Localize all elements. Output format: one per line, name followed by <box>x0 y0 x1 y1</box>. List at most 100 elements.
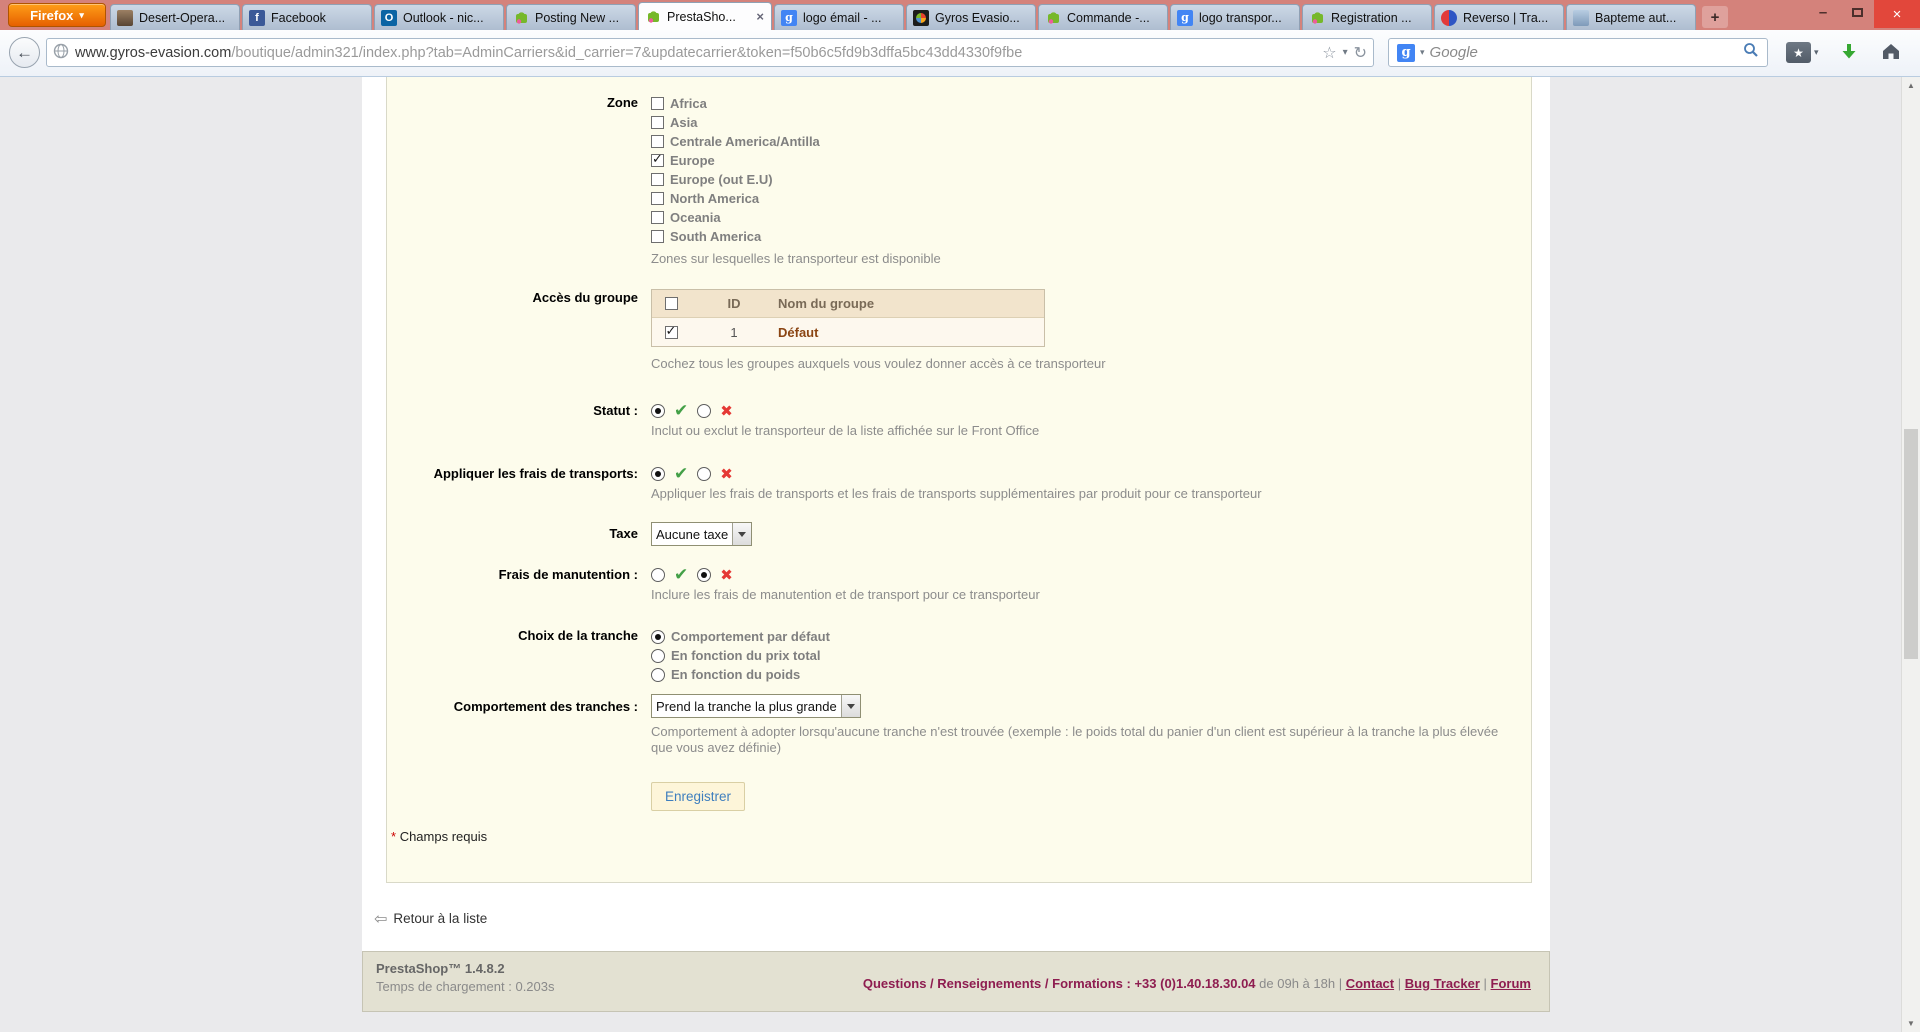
scrollbar-thumb[interactable] <box>1904 429 1918 659</box>
tab-outlook[interactable]: O Outlook - nic... <box>374 4 504 30</box>
statut-label: Statut : <box>593 403 638 418</box>
table-row: 1 Défaut <box>652 318 1044 346</box>
zone-checkbox-europe[interactable] <box>651 152 664 167</box>
range-radio-default[interactable] <box>651 629 665 644</box>
tab-bapteme[interactable]: Bapteme aut... <box>1566 4 1696 30</box>
history-dropdown-icon[interactable]: ▾ <box>1343 47 1348 58</box>
window-minimize-button[interactable]: – <box>1806 0 1840 24</box>
tax-select[interactable]: Aucune taxe <box>651 522 753 546</box>
webpage-content: Zone Africa Asia Centrale America/Antill… <box>0 77 1920 1032</box>
column-header-id: ID <box>727 296 741 311</box>
tab-logo-transport[interactable]: g logo transpor... <box>1170 4 1300 30</box>
tab-reverso[interactable]: Reverso | Tra... <box>1434 4 1564 30</box>
handling-fees-radio-disabled[interactable] <box>697 568 712 582</box>
vertical-scrollbar[interactable]: ▲ ▼ <box>1901 77 1920 1032</box>
globe-icon <box>53 43 69 63</box>
tax-select-value: Aucune taxe <box>656 526 729 542</box>
shipping-fees-radio-enabled[interactable] <box>651 467 665 481</box>
google-favicon: g <box>1177 9 1193 26</box>
facebook-favicon: f <box>249 9 265 26</box>
prestashop-version: PrestaShop™ 1.4.8.2 <box>376 961 505 976</box>
url-text: www.gyros-evasion.com/boutique/admin321/… <box>75 45 1316 61</box>
search-engine-dropdown-icon[interactable]: ▾ <box>1420 47 1425 58</box>
zone-checkbox-north-america[interactable] <box>651 192 664 205</box>
zone-option-oceania: Oceania <box>651 208 1531 227</box>
zone-option-label: Europe <box>670 153 715 168</box>
google-search-engine-icon: g <box>1397 43 1415 62</box>
tab-title: Commande -... <box>1067 10 1150 25</box>
zone-checkbox-europe-out-eu[interactable] <box>651 173 664 186</box>
url-bar[interactable]: www.gyros-evasion.com/boutique/admin321/… <box>46 38 1374 67</box>
zone-option-africa: Africa <box>651 94 1531 113</box>
statut-radio-enabled[interactable] <box>651 404 665 418</box>
range-radio-price[interactable] <box>651 648 665 663</box>
bookmark-star-icon[interactable]: ☆ <box>1322 43 1336 62</box>
contact-link[interactable]: Contact <box>1346 976 1394 991</box>
search-icon[interactable] <box>1743 42 1759 63</box>
window-maximize-button[interactable] <box>1840 0 1874 24</box>
page-footer: PrestaShop™ 1.4.8.2 Temps de chargement … <box>362 951 1550 1012</box>
zone-checkbox-asia[interactable] <box>651 116 664 129</box>
handling-fees-label: Frais de manutention : <box>498 567 638 582</box>
window-close-button[interactable]: × <box>1874 0 1920 28</box>
browser-window: Firefox ▾ Desert-Opera... f Facebook O Ou… <box>0 0 1920 1032</box>
chevron-down-icon <box>732 523 752 545</box>
search-box[interactable]: g ▾ Google <box>1388 38 1768 67</box>
arrow-left-icon: ⇦ <box>374 909 388 928</box>
range-behavior-select[interactable]: Prend la tranche la plus grande <box>651 694 861 718</box>
handling-fees-radio-enabled[interactable] <box>651 568 665 582</box>
tab-registration[interactable]: Registration ... <box>1302 4 1432 30</box>
save-button[interactable]: Enregistrer <box>651 782 746 811</box>
tab-title: logo transpor... <box>1199 10 1282 25</box>
table-header-row: ID Nom du groupe <box>652 290 1044 318</box>
tab-facebook[interactable]: f Facebook <box>242 4 372 30</box>
google-favicon: g <box>781 9 797 26</box>
outlook-favicon: O <box>381 9 397 26</box>
separator: | <box>1483 975 1487 991</box>
bug-tracker-link[interactable]: Bug Tracker <box>1405 976 1480 991</box>
reload-icon[interactable]: ↻ <box>1354 43 1367 62</box>
forum-link[interactable]: Forum <box>1491 976 1531 991</box>
back-to-list-link[interactable]: ⇦ Retour à la liste <box>374 909 487 928</box>
shipping-fees-radio-disabled[interactable] <box>697 467 712 481</box>
tab-desert-operations[interactable]: Desert-Opera... <box>110 4 240 30</box>
downloads-button[interactable] <box>1839 42 1859 67</box>
titlebar: Firefox ▾ Desert-Opera... f Facebook O Ou… <box>0 0 1920 30</box>
zone-checkbox-oceania[interactable] <box>651 211 664 224</box>
group-row-checkbox[interactable] <box>664 324 678 339</box>
tax-row: Taxe Aucune taxe <box>387 522 1531 546</box>
search-input[interactable]: Google <box>1430 44 1738 61</box>
statut-radio-disabled[interactable] <box>697 404 712 418</box>
close-tab-icon[interactable]: × <box>755 9 765 24</box>
tab-prestashop-active[interactable]: PrestaSho... × <box>638 2 772 30</box>
range-choice-row: Choix de la tranche Comportement par déf… <box>387 627 1531 684</box>
shipping-fees-label: Appliquer les frais de transports: <box>433 466 638 481</box>
zone-checkbox-africa[interactable] <box>651 97 664 110</box>
tab-logo-email[interactable]: g logo émail - ... <box>774 4 904 30</box>
select-all-checkbox[interactable] <box>664 297 678 310</box>
handling-fees-row: Frais de manutention : ✔ ✖ Inclure les f… <box>387 566 1531 603</box>
handling-fees-hint: Inclure les frais de manutention et de t… <box>651 587 1040 602</box>
zone-row: Zone Africa Asia Centrale America/Antill… <box>387 94 1531 267</box>
bookmarks-menu-button[interactable]: ★ ▾ <box>1786 42 1819 63</box>
scroll-up-arrow[interactable]: ▲ <box>1902 77 1920 94</box>
tab-commande[interactable]: Commande -... <box>1038 4 1168 30</box>
tab-title: PrestaSho... <box>667 9 736 24</box>
zone-checkbox-south-america[interactable] <box>651 230 664 243</box>
new-tab-button[interactable]: + <box>1702 6 1728 28</box>
home-button[interactable] <box>1880 40 1902 67</box>
back-button[interactable]: ← <box>9 37 40 68</box>
firefox-menu-button[interactable]: Firefox ▾ <box>8 3 106 27</box>
window-controls: – × <box>1806 0 1920 30</box>
zone-option-south-america: South America <box>651 227 1531 246</box>
scroll-down-arrow[interactable]: ▼ <box>1902 1015 1920 1032</box>
zone-option-label: Oceania <box>670 210 721 225</box>
group-access-hint: Cochez tous les groupes auxquels vous vo… <box>651 356 1106 371</box>
chevron-down-icon <box>840 695 860 717</box>
enabled-check-icon: ✔ <box>674 464 689 484</box>
shipping-fees-row: Appliquer les frais de transports: ✔ ✖ A… <box>387 465 1531 502</box>
tab-posting-new[interactable]: Posting New ... <box>506 4 636 30</box>
zone-checkbox-central-america[interactable] <box>651 135 664 148</box>
tab-gyros-evasion[interactable]: Gyros Evasio... <box>906 4 1036 30</box>
range-radio-weight[interactable] <box>651 667 665 682</box>
